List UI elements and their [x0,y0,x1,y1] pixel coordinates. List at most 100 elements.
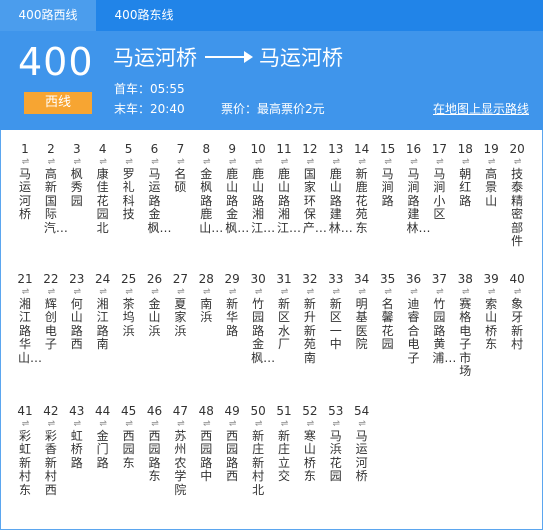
stop-name: 赛格电子市场 [459,297,472,379]
direction-arrows-icon: ⇌ [306,157,315,167]
stop-number: 35 [379,272,396,286]
direction-arrows-icon: ⇌ [21,287,30,297]
stop-name: 辉创电子 [44,297,57,352]
stop-name: 马运河桥 [355,429,368,484]
direction-arrows-icon: ⇌ [384,157,392,167]
stop-number: 17 [431,142,448,156]
bus-stop-item[interactable]: 4 ⇌ 康佳花园北 [90,142,116,235]
bus-stop-item[interactable]: 37 ⇌ 竹园路黄浦… [426,272,457,365]
direction-arrows-icon: ⇌ [487,287,496,297]
bus-stop-item[interactable]: 8 ⇌ 金枫路鹿山… [193,142,223,235]
bus-stop-item[interactable]: 23 ⇌ 何山路西 [64,272,90,352]
bus-stop-item[interactable]: 32 ⇌ 新升新苑南 [297,272,323,365]
stop-name: 新华路 [226,297,239,338]
bus-stop-item[interactable]: 20 ⇌ 技泰精密部件 [504,142,530,248]
bus-stop-item[interactable]: 44 ⇌ 金门路 [90,404,116,470]
bus-stop-item[interactable]: 41 ⇌ 彩虹新村东 [12,404,38,497]
bus-stop-item[interactable]: 27 ⇌ 夏家浜 [167,272,193,338]
bus-stop-item[interactable]: 52 ⇌ 寒山桥东 [297,404,323,484]
stop-number: 50 [250,404,266,418]
bus-stop-item[interactable]: 50 ⇌ 新庄新村北 [245,404,271,497]
bus-stop-item[interactable]: 51 ⇌ 新庄立交 [271,404,297,484]
stop-number: 47 [172,404,189,418]
show-on-map-link[interactable]: 在地图上显示路线 [433,101,529,117]
stop-number: 46 [146,404,163,418]
bus-stop-item[interactable]: 11 ⇌ 鹿山路湘江… [271,142,302,235]
bus-stop-item[interactable]: 9 ⇌ 鹿山路金枫… [219,142,249,235]
bus-stop-item[interactable]: 31 ⇌ 新区水厂 [271,272,297,352]
bus-stop-item[interactable]: 30 ⇌ 竹园路金枫… [245,272,276,365]
direction-arrows-icon: ⇌ [203,287,211,297]
stop-number: 25 [120,272,137,286]
bus-stop-item[interactable]: 45 ⇌ 西园东 [116,404,142,470]
direction-arrows-icon: ⇌ [228,419,237,429]
bus-stop-item[interactable]: 46 ⇌ 西园路东 [142,404,168,484]
stop-name: 新升新苑南 [303,297,316,365]
route-title: 马运河桥 马运河桥 [113,43,343,73]
bus-stop-item[interactable]: 49 ⇌ 西园路西 [219,404,245,484]
bus-stop-item[interactable]: 36 ⇌ 迪睿合电子 [401,272,427,365]
stop-name: 鹿山路湘江… [277,167,302,235]
bus-stop-item[interactable]: 3 ⇌ 枫秀园 [64,142,90,208]
bus-stop-item[interactable]: 54 ⇌ 马运河桥 [349,404,375,484]
bus-stop-item[interactable]: 2 ⇌ 高新国际汽… [38,142,68,235]
tab-west-line[interactable]: 400路西线 [0,0,96,31]
bus-stop-item[interactable]: 14 ⇌ 新鹿花苑东 [349,142,375,235]
stop-number: 44 [95,404,111,418]
direction-arrows-icon: ⇌ [21,419,30,429]
stop-name: 湘江路南 [96,297,109,352]
stop-number: 7 [176,142,185,156]
tab-east-line[interactable]: 400路东线 [96,0,192,31]
bus-stop-item[interactable]: 33 ⇌ 新区一中 [323,272,349,352]
stop-name: 湘江路华山… [18,297,43,365]
stop-name: 新区水厂 [277,297,290,352]
bus-stop-item[interactable]: 40 ⇌ 象牙新村 [504,272,530,352]
bus-stop-item[interactable]: 48 ⇌ 西园路中 [193,404,219,484]
bus-stop-item[interactable]: 34 ⇌ 明基医院 [349,272,375,352]
direction-arrows-icon: ⇌ [254,287,263,297]
bus-stop-item[interactable]: 1 ⇌ 马运河桥 [12,142,38,222]
stop-name: 高新国际汽… [43,167,68,235]
bus-stop-item[interactable]: 19 ⇌ 高景山 [478,142,504,208]
stop-name: 罗礼科技 [122,167,135,222]
bus-stop-item[interactable]: 16 ⇌ 马涧路建林… [401,142,431,235]
stop-name: 技泰精密部件 [511,167,524,249]
bus-stop-item[interactable]: 5 ⇌ 罗礼科技 [116,142,142,222]
bus-stop-item[interactable]: 22 ⇌ 辉创电子 [38,272,64,352]
bus-stop-item[interactable]: 47 ⇌ 苏州农学院 [167,404,193,497]
bus-stop-item[interactable]: 43 ⇌ 虹桥路 [64,404,90,470]
bus-stop-item[interactable]: 12 ⇌ 国家环保产… [297,142,327,235]
bus-stop-item[interactable]: 26 ⇌ 金山浜 [142,272,168,338]
bus-stop-item[interactable]: 38 ⇌ 赛格电子市场 [452,272,478,378]
bus-stop-item[interactable]: 21 ⇌ 湘江路华山… [12,272,43,365]
stop-number: 52 [302,404,318,418]
bus-stop-item[interactable]: 18 ⇌ 朝红路 [452,142,478,208]
direction-arrows-icon: ⇌ [384,287,392,297]
bus-stop-item[interactable]: 39 ⇌ 索山桥东 [478,272,504,352]
stop-name: 鹿山路湘江… [251,167,276,235]
bus-stop-item[interactable]: 13 ⇌ 鹿山路建林… [323,142,353,235]
bus-stop-item[interactable]: 10 ⇌ 鹿山路湘江… [245,142,276,235]
bus-stop-item[interactable]: 53 ⇌ 马浜花园 [323,404,349,484]
bus-stop-item[interactable]: 42 ⇌ 彩香新村西 [38,404,64,497]
bus-stop-item[interactable]: 7 ⇌ 名硕 [167,142,193,195]
stop-name: 竹园路金枫… [251,297,276,365]
direction-arrows-icon: ⇌ [280,157,289,167]
stop-number: 38 [457,272,473,286]
bus-stop-item[interactable]: 6 ⇌ 马运路金枫… [142,142,172,235]
stop-name: 名硕 [174,167,187,195]
bus-stop-item[interactable]: 24 ⇌ 湘江路南 [90,272,116,352]
bus-stop-item[interactable]: 35 ⇌ 名馨花园 [375,272,401,352]
arrow-right-icon [205,51,253,63]
stop-number: 1 [21,142,29,156]
bus-stop-item[interactable]: 25 ⇌ 茶坞浜 [116,272,142,338]
direction-arrows-icon: ⇌ [203,157,211,167]
bus-stop-item[interactable]: 15 ⇌ 马涧路 [375,142,401,208]
direction-arrows-icon: ⇌ [21,157,30,167]
bus-stop-item[interactable]: 28 ⇌ 南浜 [193,272,219,325]
bus-stop-item[interactable]: 17 ⇌ 马涧小区 [426,142,452,222]
bus-stop-item[interactable]: 29 ⇌ 新华路 [219,272,245,338]
stop-number: 21 [17,272,33,286]
stop-number: 31 [276,272,292,286]
stop-name: 新庄新村北 [252,429,265,497]
